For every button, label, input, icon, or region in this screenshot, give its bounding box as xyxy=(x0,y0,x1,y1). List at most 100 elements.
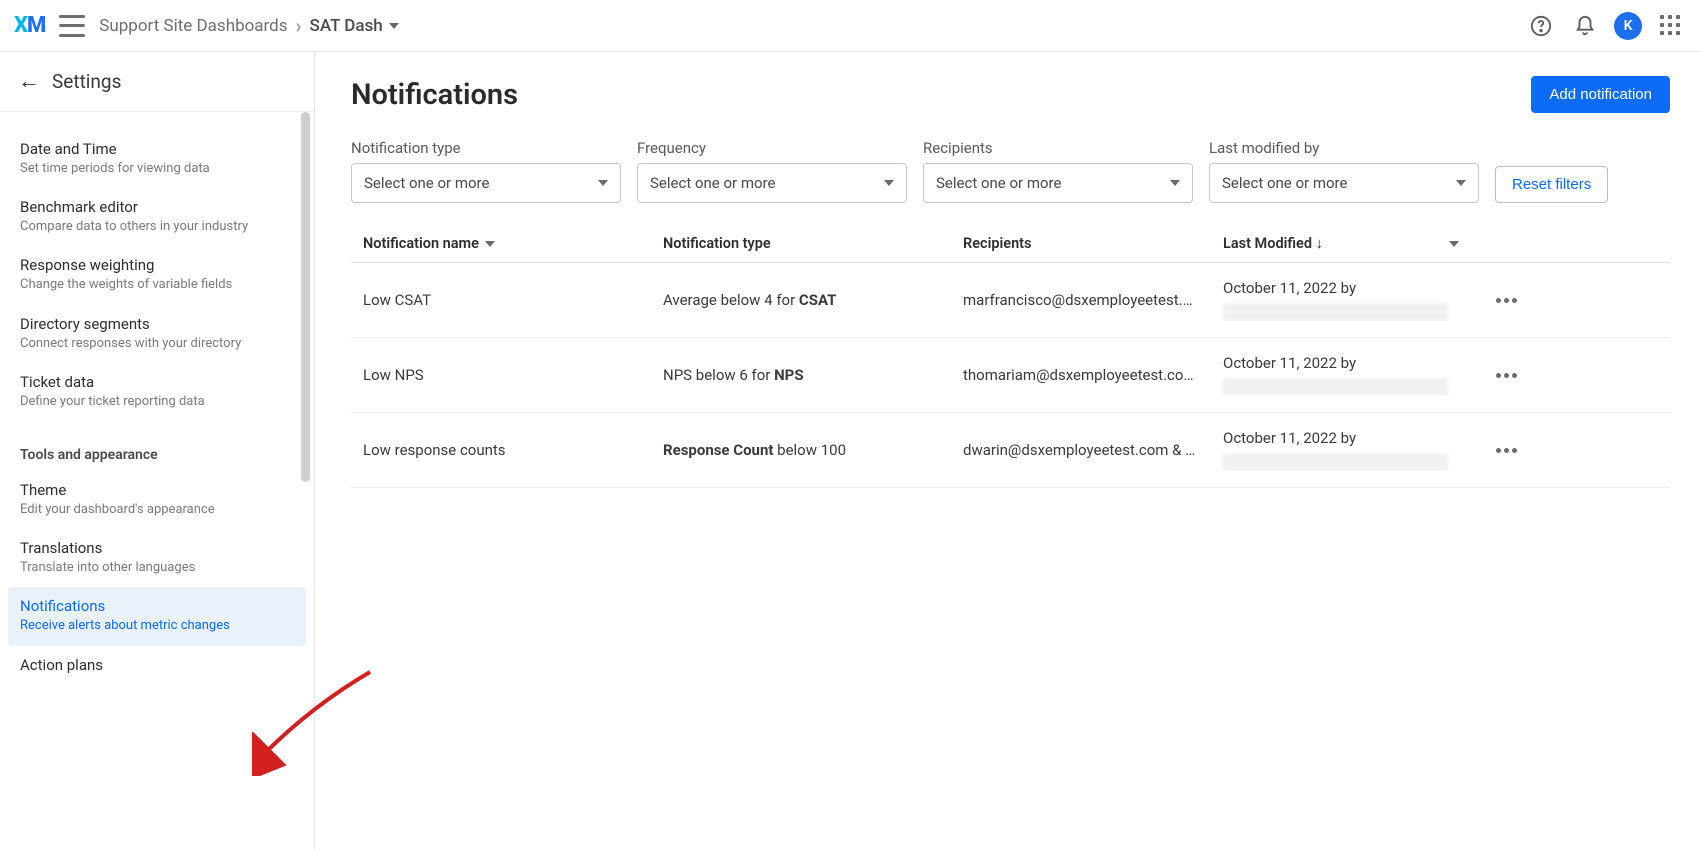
modified-date: October 11, 2022 by xyxy=(1223,354,1459,372)
cell-type: Response Count below 100 xyxy=(651,441,951,459)
chevron-down-icon xyxy=(1170,180,1180,186)
chevron-down-icon xyxy=(1456,180,1466,186)
filter-recipients-select[interactable]: Select one or more xyxy=(923,163,1193,203)
filter-label: Notification type xyxy=(351,139,621,157)
filter-label: Recipients xyxy=(923,139,1193,157)
th-label: Last Modified xyxy=(1223,235,1312,252)
sidebar-item-action-plans[interactable]: Action plans xyxy=(0,646,314,686)
xm-logo[interactable]: XM xyxy=(14,13,45,38)
th-label: Notification type xyxy=(663,235,771,252)
row-menu-button[interactable] xyxy=(1471,448,1541,453)
sidebar-item-date-and-time[interactable]: Date and Time Set time periods for viewi… xyxy=(0,130,314,188)
filter-modified-select[interactable]: Select one or more xyxy=(1209,163,1479,203)
sidebar-item-theme[interactable]: Theme Edit your dashboard's appearance xyxy=(0,471,314,529)
row-menu-button[interactable] xyxy=(1471,298,1541,303)
breadcrumb: Support Site Dashboards SAT Dash xyxy=(99,14,398,38)
sidebar-item-label: Directory segments xyxy=(20,315,294,333)
reset-filters-button[interactable]: Reset filters xyxy=(1495,166,1608,203)
modified-date: October 11, 2022 by xyxy=(1223,429,1459,447)
settings-title: Settings xyxy=(52,70,121,93)
back-arrow-icon[interactable]: ← xyxy=(18,71,40,93)
sidebar-item-sub: Compare data to others in your industry xyxy=(20,218,294,236)
add-notification-button[interactable]: Add notification xyxy=(1531,76,1670,113)
chevron-down-icon xyxy=(389,23,399,29)
avatar[interactable]: K xyxy=(1614,12,1642,40)
sidebar-item-directory-segments[interactable]: Directory segments Connect responses wit… xyxy=(0,305,314,363)
sidebar-item-label: Ticket data xyxy=(20,373,294,391)
sidebar-item-ticket-data[interactable]: Ticket data Define your ticket reporting… xyxy=(0,363,314,421)
help-icon[interactable] xyxy=(1526,11,1556,41)
select-placeholder: Select one or more xyxy=(650,174,775,192)
table-row: Low response counts Response Count below… xyxy=(351,413,1670,488)
sidebar-item-notifications[interactable]: Notifications Receive alerts about metri… xyxy=(8,587,306,645)
sidebar-item-sub: Connect responses with your directory xyxy=(20,335,294,353)
cell-name: Low CSAT xyxy=(351,291,651,309)
bell-icon[interactable] xyxy=(1570,11,1600,41)
cell-modified: October 11, 2022 by xyxy=(1211,279,1471,321)
cell-type: NPS below 6 for NPS xyxy=(651,366,951,384)
sidebar-item-label: Benchmark editor xyxy=(20,198,294,216)
sidebar-item-translations[interactable]: Translations Translate into other langua… xyxy=(0,529,314,587)
sidebar-item-sub: Receive alerts about metric changes xyxy=(20,617,294,635)
sidebar-item-label: Date and Time xyxy=(20,140,294,158)
redacted-name xyxy=(1223,303,1448,321)
breadcrumb-parent[interactable]: Support Site Dashboards xyxy=(99,16,287,36)
chevron-right-icon xyxy=(296,14,302,38)
redacted-name xyxy=(1223,378,1448,396)
sidebar: ← Settings Date and Time Set time period… xyxy=(0,52,315,850)
sidebar-item-sub: Change the weights of variable fields xyxy=(20,276,294,294)
sidebar-scroll[interactable]: Date and Time Set time periods for viewi… xyxy=(0,112,314,850)
cell-recipients: dwarin@dsxemployeetest.com & 1 other xyxy=(951,441,1211,459)
filters-row: Notification type Select one or more Fre… xyxy=(351,139,1670,203)
th-label: Recipients xyxy=(963,235,1032,252)
app-launcher-icon[interactable] xyxy=(1656,11,1686,41)
cell-recipients: thomariam@dsxemployeetest.com#qu xyxy=(951,366,1211,384)
filter-label: Frequency xyxy=(637,139,907,157)
sidebar-item-label: Theme xyxy=(20,481,294,499)
chevron-down-icon xyxy=(485,241,495,247)
select-placeholder: Select one or more xyxy=(936,174,1061,192)
cell-name: Low NPS xyxy=(351,366,651,384)
filter-frequency-select[interactable]: Select one or more xyxy=(637,163,907,203)
table-header: Notification name Notification type Reci… xyxy=(351,225,1670,263)
sidebar-item-label: Action plans xyxy=(20,656,294,674)
cell-modified: October 11, 2022 by xyxy=(1211,354,1471,396)
sidebar-item-benchmark-editor[interactable]: Benchmark editor Compare data to others … xyxy=(0,188,314,246)
sidebar-item-sub: Set time periods for viewing data xyxy=(20,160,294,178)
table-row: Low CSAT Average below 4 for CSAT marfra… xyxy=(351,263,1670,338)
sidebar-item-response-weighting[interactable]: Response weighting Change the weights of… xyxy=(0,246,314,304)
page-title: Notifications xyxy=(351,78,518,112)
chevron-down-icon xyxy=(598,180,608,186)
th-name[interactable]: Notification name xyxy=(351,235,651,252)
sidebar-item-label: Response weighting xyxy=(20,256,294,274)
row-menu-button[interactable] xyxy=(1471,373,1541,378)
chevron-down-icon xyxy=(884,180,894,186)
filter-recipients: Recipients Select one or more xyxy=(923,139,1193,203)
th-recipients[interactable]: Recipients xyxy=(951,235,1211,252)
filter-modified: Last modified by Select one or more xyxy=(1209,139,1479,203)
th-last-modified[interactable]: Last Modified ↓ xyxy=(1211,235,1471,252)
sidebar-header: ← Settings xyxy=(0,52,314,112)
th-type[interactable]: Notification type xyxy=(651,235,951,252)
sidebar-item-label: Translations xyxy=(20,539,294,557)
breadcrumb-current-label: SAT Dash xyxy=(310,16,383,36)
page-header: Notifications Add notification xyxy=(351,76,1670,113)
main-content: Notifications Add notification Notificat… xyxy=(315,52,1700,850)
sidebar-item-label: Notifications xyxy=(20,597,294,615)
cell-name: Low response counts xyxy=(351,441,651,459)
filter-type-select[interactable]: Select one or more xyxy=(351,163,621,203)
cell-type: Average below 4 for CSAT xyxy=(651,291,951,309)
sidebar-item-sub: Edit your dashboard's appearance xyxy=(20,501,294,519)
chevron-down-icon xyxy=(1449,241,1459,247)
sidebar-item-sub: Translate into other languages xyxy=(20,559,294,577)
table-row: Low NPS NPS below 6 for NPS thomariam@ds… xyxy=(351,338,1670,413)
sort-down-icon: ↓ xyxy=(1316,235,1323,252)
select-placeholder: Select one or more xyxy=(1222,174,1347,192)
breadcrumb-current[interactable]: SAT Dash xyxy=(310,16,399,36)
filter-type: Notification type Select one or more xyxy=(351,139,621,203)
topbar: XM Support Site Dashboards SAT Dash K xyxy=(0,0,1700,52)
th-label: Notification name xyxy=(363,235,479,252)
sidebar-section-label: Tools and appearance xyxy=(0,421,314,471)
hamburger-icon[interactable] xyxy=(59,15,85,37)
cell-recipients: marfrancisco@dsxemployeetest.com# xyxy=(951,291,1211,309)
